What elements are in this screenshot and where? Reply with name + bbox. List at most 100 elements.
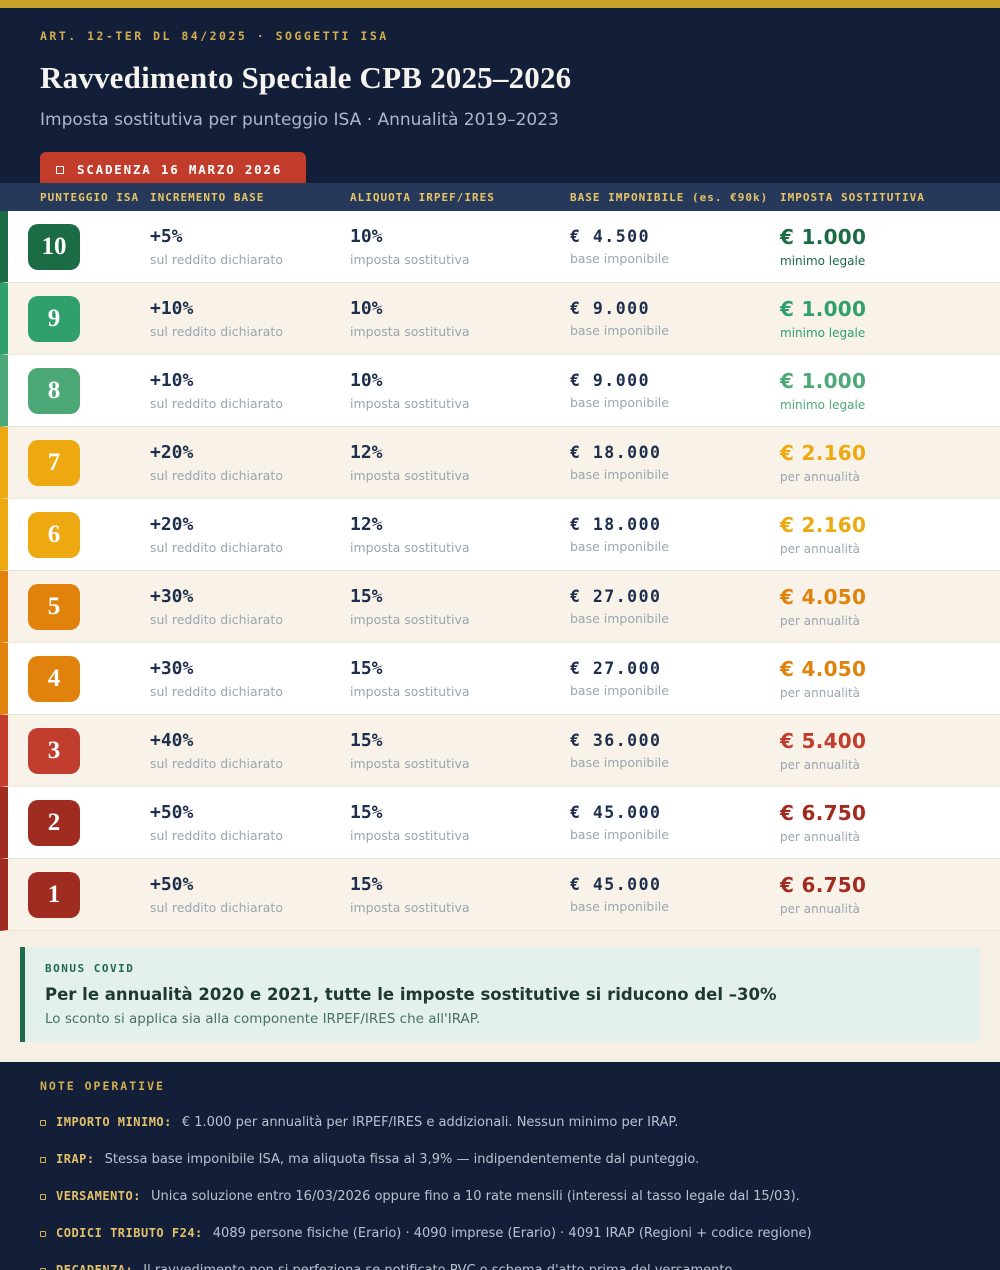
rate-value: 15%	[350, 658, 570, 679]
rate-cell: 15% imposta sostitutiva	[350, 730, 570, 771]
rate-value: 12%	[350, 514, 570, 535]
rate-sub: imposta sostitutiva	[350, 828, 570, 843]
note-label: VERSAMENTO:	[56, 1189, 141, 1203]
deadline-badge-label: SCADENZA 16 MARZO 2026	[77, 162, 282, 177]
isa-score-badge: 7	[28, 440, 80, 486]
tax-value: € 1.000	[780, 369, 1000, 393]
increment-value: +10%	[150, 370, 350, 391]
increment-cell: +5% sul reddito dichiarato	[150, 226, 350, 267]
increment-sub: sul reddito dichiarato	[150, 324, 350, 339]
notes-title: NOTE OPERATIVE	[40, 1079, 960, 1093]
base-value: € 36.000	[570, 731, 780, 750]
table-row: 9 +10% sul reddito dichiarato 10% impost…	[0, 283, 1000, 355]
table-row: 8 +10% sul reddito dichiarato 10% impost…	[0, 355, 1000, 427]
bonus-section: BONUS COVID Per le annualità 2020 e 2021…	[0, 931, 1000, 1062]
tax-sub: minimo legale	[780, 326, 1000, 340]
page-title: Ravvedimento Speciale CPB 2025–2026	[40, 60, 960, 96]
rate-sub: imposta sostitutiva	[350, 324, 570, 339]
tax-cell: € 1.000 minimo legale	[780, 297, 1000, 340]
tax-value: € 5.400	[780, 729, 1000, 753]
score-cell: 10	[8, 224, 150, 270]
increment-value: +30%	[150, 658, 350, 679]
increment-sub: sul reddito dichiarato	[150, 540, 350, 555]
rate-value: 15%	[350, 874, 570, 895]
col-header-imposta: IMPOSTA SOSTITUTIVA	[780, 191, 1000, 204]
rate-value: 15%	[350, 802, 570, 823]
bonus-headline: Per le annualità 2020 e 2021, tutte le i…	[45, 985, 980, 1004]
increment-cell: +30% sul reddito dichiarato	[150, 658, 350, 699]
tax-sub: per annualità	[780, 830, 1000, 844]
tax-cell: € 1.000 minimo legale	[780, 225, 1000, 268]
increment-cell: +50% sul reddito dichiarato	[150, 802, 350, 843]
square-bullet-icon	[40, 1194, 46, 1200]
tax-cell: € 2.160 per annualità	[780, 513, 1000, 556]
page-header: ART. 12-TER DL 84/2025 · SOGGETTI ISA Ra…	[0, 8, 1000, 183]
base-cell: € 9.000 base imponibile	[570, 299, 780, 338]
base-sub: base imponibile	[570, 827, 780, 842]
rate-sub: imposta sostitutiva	[350, 900, 570, 915]
increment-value: +20%	[150, 514, 350, 535]
base-value: € 18.000	[570, 443, 780, 462]
isa-score-badge: 1	[28, 872, 80, 918]
note-label: IMPORTO MINIMO:	[56, 1115, 172, 1129]
rate-sub: imposta sostitutiva	[350, 756, 570, 771]
table-row: 2 +50% sul reddito dichiarato 15% impost…	[0, 787, 1000, 859]
tax-value: € 4.050	[780, 585, 1000, 609]
base-value: € 27.000	[570, 659, 780, 678]
increment-cell: +10% sul reddito dichiarato	[150, 370, 350, 411]
isa-score-badge: 9	[28, 296, 80, 342]
isa-score-badge: 6	[28, 512, 80, 558]
note-text: Il ravvedimento non si perfeziona se not…	[143, 1263, 736, 1270]
base-cell: € 18.000 base imponibile	[570, 443, 780, 482]
tax-value: € 1.000	[780, 225, 1000, 249]
score-cell: 3	[8, 728, 150, 774]
increment-sub: sul reddito dichiarato	[150, 684, 350, 699]
increment-value: +40%	[150, 730, 350, 751]
increment-value: +30%	[150, 586, 350, 607]
score-cell: 9	[8, 296, 150, 342]
bonus-kicker: BONUS COVID	[45, 962, 980, 975]
base-cell: € 45.000 base imponibile	[570, 875, 780, 914]
isa-score-badge: 8	[28, 368, 80, 414]
rate-cell: 15% imposta sostitutiva	[350, 586, 570, 627]
increment-value: +10%	[150, 298, 350, 319]
tax-value: € 6.750	[780, 873, 1000, 897]
isa-table-body: 10 +5% sul reddito dichiarato 10% impost…	[0, 211, 1000, 931]
col-header-base: BASE IMPONIBILE (es. €90k)	[570, 191, 780, 204]
tax-value: € 1.000	[780, 297, 1000, 321]
isa-score-badge: 10	[28, 224, 80, 270]
base-cell: € 9.000 base imponibile	[570, 371, 780, 410]
notes-list: IMPORTO MINIMO: € 1.000 per annualità pe…	[40, 1115, 960, 1270]
base-sub: base imponibile	[570, 251, 780, 266]
table-header-row: PUNTEGGIO ISA INCREMENTO BASE ALIQUOTA I…	[0, 183, 1000, 211]
calendar-square-icon	[56, 166, 64, 174]
score-cell: 4	[8, 656, 150, 702]
tax-cell: € 6.750 per annualità	[780, 873, 1000, 916]
base-value: € 18.000	[570, 515, 780, 534]
isa-score-badge: 4	[28, 656, 80, 702]
isa-score-badge: 5	[28, 584, 80, 630]
base-sub: base imponibile	[570, 899, 780, 914]
rate-cell: 10% imposta sostitutiva	[350, 298, 570, 339]
rate-cell: 12% imposta sostitutiva	[350, 514, 570, 555]
tax-cell: € 1.000 minimo legale	[780, 369, 1000, 412]
table-row: 4 +30% sul reddito dichiarato 15% impost…	[0, 643, 1000, 715]
rate-cell: 10% imposta sostitutiva	[350, 370, 570, 411]
table-row: 10 +5% sul reddito dichiarato 10% impost…	[0, 211, 1000, 283]
rate-sub: imposta sostitutiva	[350, 684, 570, 699]
note-label: CODICI TRIBUTO F24:	[56, 1226, 203, 1240]
base-sub: base imponibile	[570, 611, 780, 626]
col-header-aliquota: ALIQUOTA IRPEF/IRES	[350, 191, 570, 204]
rate-sub: imposta sostitutiva	[350, 396, 570, 411]
isa-score-badge: 2	[28, 800, 80, 846]
base-sub: base imponibile	[570, 755, 780, 770]
tax-sub: per annualità	[780, 470, 1000, 484]
rate-sub: imposta sostitutiva	[350, 612, 570, 627]
rate-cell: 15% imposta sostitutiva	[350, 874, 570, 915]
bonus-body: Lo sconto si applica sia alla componente…	[45, 1011, 980, 1027]
bonus-covid-box: BONUS COVID Per le annualità 2020 e 2021…	[20, 947, 980, 1042]
col-header-punteggio: PUNTEGGIO ISA	[0, 191, 150, 204]
increment-sub: sul reddito dichiarato	[150, 828, 350, 843]
tax-sub: per annualità	[780, 542, 1000, 556]
note-text: Unica soluzione entro 16/03/2026 oppure …	[151, 1189, 800, 1204]
